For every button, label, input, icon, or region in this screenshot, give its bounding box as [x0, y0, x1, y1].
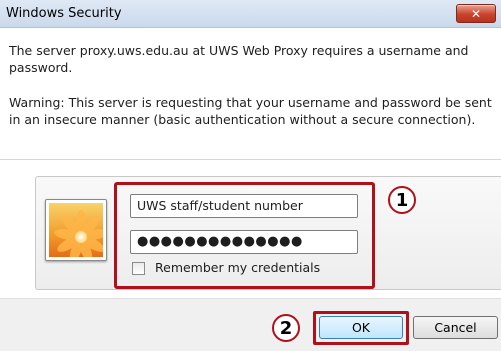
username-field[interactable]: UWS staff/student number [130, 194, 358, 218]
separator [0, 159, 501, 160]
password-field[interactable]: ●●●●●●●●●●●●●● [130, 230, 358, 254]
flower-avatar-icon [45, 199, 107, 261]
step-2-badge: 2 [272, 314, 300, 342]
remember-credentials-label: Remember my credentials [155, 260, 321, 275]
step-1-badge: 1 [388, 186, 416, 214]
warning-message: Warning: This server is requesting that … [9, 95, 492, 127]
window-title: Windows Security [6, 6, 122, 21]
close-button[interactable]: ✕ [456, 4, 496, 23]
title-bar: Windows Security ✕ [0, 0, 501, 28]
ok-button[interactable]: OK [319, 316, 403, 339]
remember-credentials-checkbox[interactable] [132, 262, 145, 275]
server-message: The server proxy.uws.edu.au at UWS Web P… [9, 43, 469, 75]
cancel-button[interactable]: Cancel [413, 316, 498, 339]
close-icon: ✕ [470, 6, 482, 21]
